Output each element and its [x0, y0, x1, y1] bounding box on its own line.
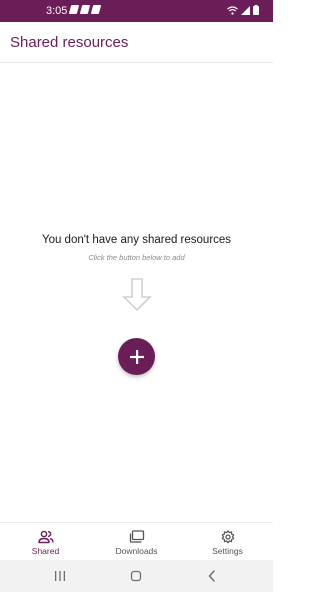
people-icon	[37, 530, 54, 544]
gear-icon	[221, 530, 234, 544]
folders-icon	[129, 530, 144, 543]
page-title: Shared resources	[10, 34, 129, 51]
nav-label-shared: Shared	[31, 546, 60, 556]
notification-icon	[90, 5, 102, 14]
bottom-navigation: Shared Downloads Settings	[0, 522, 273, 561]
app-screen: 3:05 Shared resources You don't have any	[0, 0, 273, 592]
back-icon[interactable]	[204, 569, 220, 583]
notification-icon	[79, 5, 91, 14]
empty-state-subtitle: Click the button below to add	[88, 253, 185, 262]
empty-state-title: You don't have any shared resources	[41, 234, 232, 246]
status-time: 3:05	[46, 5, 68, 17]
system-navigation-bar	[0, 560, 273, 592]
app-bar: Shared resources	[0, 22, 273, 63]
wifi-icon	[227, 5, 238, 15]
nav-label-settings: Settings	[212, 546, 243, 556]
nav-label-downloads: Downloads	[115, 546, 158, 556]
notification-icons	[68, 5, 102, 14]
recent-apps-icon[interactable]	[52, 569, 68, 583]
arrow-down-outline-icon	[122, 278, 152, 312]
battery-icon	[253, 5, 259, 15]
status-bar: 3:05	[0, 0, 273, 22]
notification-icon	[68, 5, 80, 14]
home-icon[interactable]	[128, 569, 144, 583]
status-indicators	[227, 5, 259, 15]
nav-downloads[interactable]: Downloads	[91, 523, 182, 561]
signal-icon	[241, 5, 250, 15]
add-resource-button[interactable]	[118, 338, 155, 375]
plus-icon	[129, 349, 144, 364]
nav-settings[interactable]: Settings	[182, 523, 273, 561]
nav-shared[interactable]: Shared	[0, 523, 91, 561]
